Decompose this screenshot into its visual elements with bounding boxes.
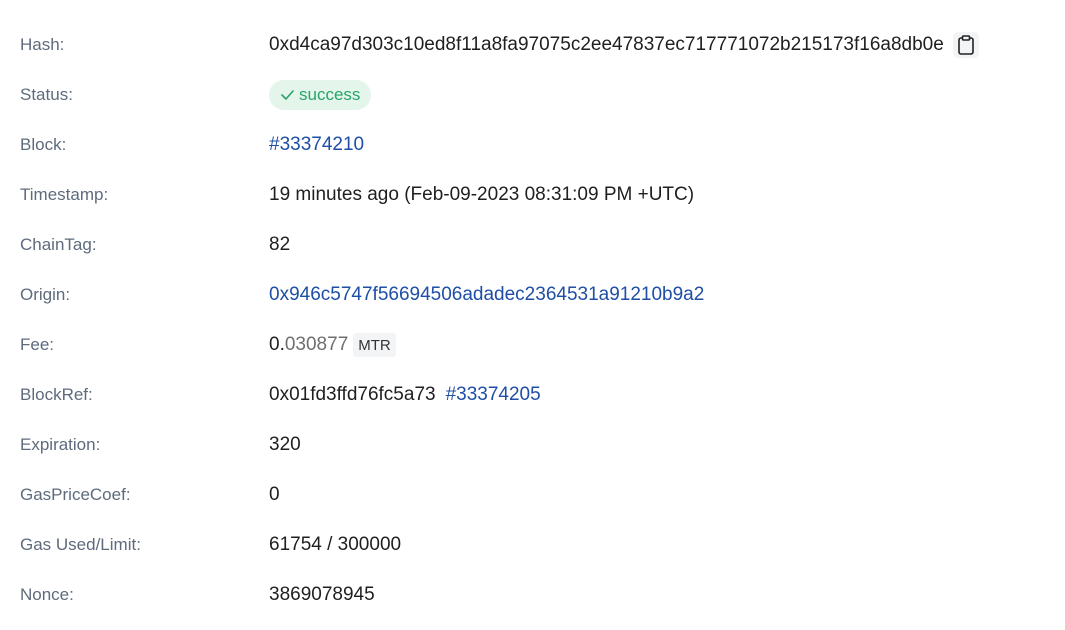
expiration-label: Expiration: bbox=[20, 435, 101, 454]
block-link[interactable]: #33374210 bbox=[269, 134, 364, 156]
gas-label: Gas Used/Limit: bbox=[20, 535, 141, 554]
nonce-label: Nonce: bbox=[20, 585, 74, 604]
blockref-value: 0x01fd3ffd76fc5a73 bbox=[269, 384, 436, 405]
status-row: Status: success bbox=[0, 70, 1065, 120]
chaintag-row: ChainTag: 82 bbox=[0, 220, 1065, 270]
hash-row: Hash: 0xd4ca97d303c10ed8f11a8fa97075c2ee… bbox=[0, 20, 1065, 70]
fee-unit-badge: MTR bbox=[353, 333, 396, 357]
chaintag-value: 82 bbox=[269, 234, 291, 255]
copy-hash-button[interactable] bbox=[952, 32, 979, 58]
gas-value: 61754 / 300000 bbox=[269, 534, 402, 555]
expiration-row: Expiration: 320 bbox=[0, 420, 1065, 470]
fee-label: Fee: bbox=[20, 335, 55, 354]
blockref-block-link[interactable]: #33374205 bbox=[446, 384, 541, 406]
blockref-label: BlockRef: bbox=[20, 385, 93, 404]
transaction-details: Hash: 0xd4ca97d303c10ed8f11a8fa97075c2ee… bbox=[0, 20, 1065, 620]
gaspricecoef-value-container: 0 bbox=[269, 470, 280, 520]
origin-row: Origin: 0x946c5747f56694506adadec2364531… bbox=[0, 270, 1065, 320]
blockref-row: BlockRef: 0x01fd3ffd76fc5a73 #33374205 bbox=[0, 370, 1065, 420]
fee-decimals: 030877 bbox=[284, 334, 349, 355]
gaspricecoef-row: GasPriceCoef: 0 bbox=[0, 470, 1065, 520]
nonce-value: 3869078945 bbox=[269, 584, 375, 605]
hash-value: 0xd4ca97d303c10ed8f11a8fa97075c2ee47837e… bbox=[269, 34, 944, 55]
origin-label: Origin: bbox=[20, 285, 71, 304]
check-icon bbox=[281, 90, 294, 100]
fee-integer: 0. bbox=[269, 334, 285, 355]
origin-address-link[interactable]: 0x946c5747f56694506adadec2364531a91210b9… bbox=[269, 284, 704, 306]
gaspricecoef-value: 0 bbox=[269, 484, 280, 505]
block-label: Block: bbox=[20, 135, 67, 154]
nonce-row: Nonce: 3869078945 bbox=[0, 570, 1065, 620]
expiration-value-container: 320 bbox=[269, 420, 301, 470]
timestamp-value-container: 19 minutes ago (Feb-09-2023 08:31:09 PM … bbox=[269, 170, 694, 220]
expiration-value: 320 bbox=[269, 434, 301, 455]
fee-row: Fee: 0. 030877 MTR bbox=[0, 320, 1065, 370]
blockref-value-container: 0x01fd3ffd76fc5a73 #33374205 bbox=[269, 370, 541, 420]
block-value-container: #33374210 bbox=[269, 120, 364, 170]
timestamp-row: Timestamp: 19 minutes ago (Feb-09-2023 0… bbox=[0, 170, 1065, 220]
nonce-value-container: 3869078945 bbox=[269, 570, 375, 620]
fee-value-container: 0. 030877 MTR bbox=[269, 320, 396, 370]
timestamp-label: Timestamp: bbox=[20, 185, 109, 204]
timestamp-value: 19 minutes ago (Feb-09-2023 08:31:09 PM … bbox=[269, 184, 695, 205]
chaintag-value-container: 82 bbox=[269, 220, 290, 270]
status-text: success bbox=[299, 85, 361, 104]
gas-value-container: 61754 / 300000 bbox=[269, 520, 401, 570]
status-label: Status: bbox=[20, 85, 73, 104]
status-badge: success bbox=[269, 80, 372, 110]
origin-value-container: 0x946c5747f56694506adadec2364531a91210b9… bbox=[269, 270, 704, 320]
block-row: Block: #33374210 bbox=[0, 120, 1065, 170]
hash-label: Hash: bbox=[20, 35, 65, 54]
gaspricecoef-label: GasPriceCoef: bbox=[20, 485, 131, 504]
status-value-container: success bbox=[269, 70, 372, 120]
hash-value-container: 0xd4ca97d303c10ed8f11a8fa97075c2ee47837e… bbox=[269, 20, 979, 70]
chaintag-label: ChainTag: bbox=[20, 235, 97, 254]
gas-row: Gas Used/Limit: 61754 / 300000 bbox=[0, 520, 1065, 570]
clipboard-icon bbox=[958, 35, 974, 55]
